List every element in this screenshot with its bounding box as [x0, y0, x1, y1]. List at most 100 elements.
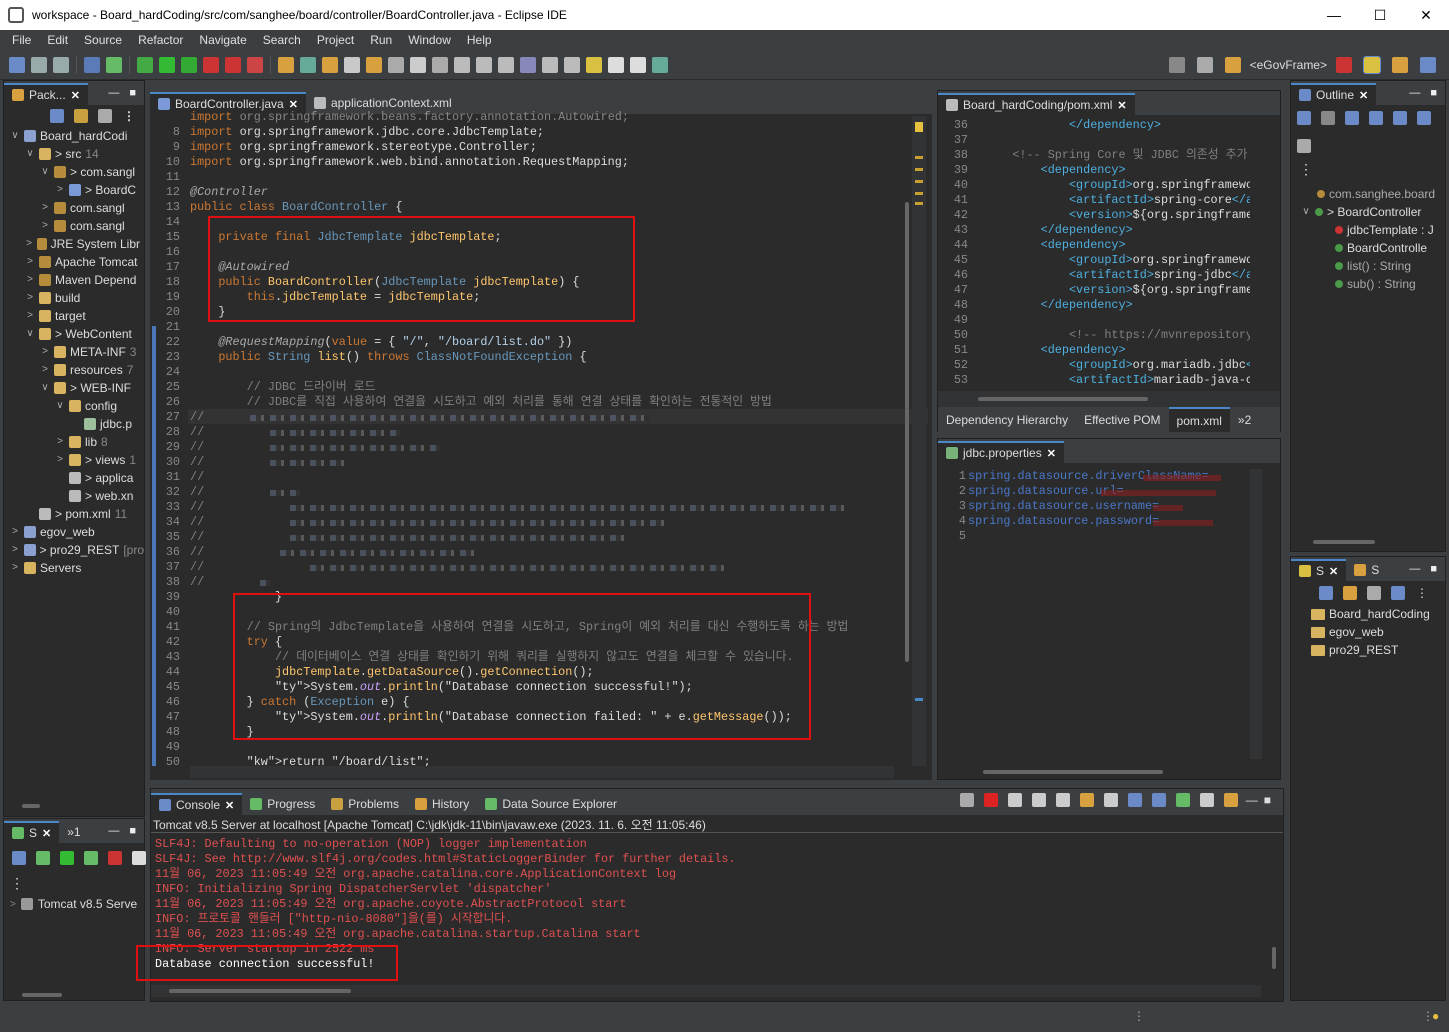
open-perspective-icon[interactable] — [1196, 56, 1213, 73]
hide-local-types-icon[interactable] — [1417, 111, 1431, 125]
expand-icon[interactable]: > — [40, 199, 50, 217]
stop-server-icon[interactable] — [108, 851, 122, 865]
expand-icon[interactable]: > — [10, 541, 20, 559]
terminate-icon[interactable] — [983, 793, 998, 807]
tree-item[interactable]: > resources 7 — [4, 361, 144, 379]
remove-all-icon[interactable] — [1031, 793, 1046, 807]
view-controls[interactable]: — ■ — [1409, 87, 1437, 99]
maximize-icon[interactable]: ■ — [1264, 793, 1271, 807]
git-perspective-icon[interactable] — [1420, 56, 1436, 73]
expand-icon[interactable]: ∨ — [10, 127, 20, 145]
tree-item[interactable]: ∨ > src 14 — [4, 145, 144, 163]
expand-icon[interactable]: ∨ — [40, 379, 50, 397]
console-output[interactable]: SLF4J: Defaulting to no-operation (NOP) … — [155, 837, 736, 957]
properties-hscroll[interactable] — [983, 770, 1163, 774]
expand-icon[interactable]: > — [55, 451, 65, 469]
tree-item[interactable]: ∨ Board_hardCodi — [4, 127, 144, 145]
project-item[interactable]: egov_web — [1311, 623, 1445, 641]
collapse-all-icon[interactable] — [50, 109, 64, 123]
tree-item[interactable]: > com.sangl — [4, 217, 144, 235]
menu-run[interactable]: Run — [362, 33, 400, 47]
remove-launch-icon[interactable] — [1007, 793, 1022, 807]
horizontal-scrollbar[interactable] — [190, 766, 894, 778]
save-icon[interactable] — [31, 56, 47, 73]
scroll-lock-icon[interactable] — [1079, 793, 1094, 807]
outline-item[interactable]: BoardControlle — [1291, 239, 1445, 257]
expand-icon[interactable]: > — [25, 289, 35, 307]
menu-window[interactable]: Window — [400, 33, 459, 47]
pom-tab[interactable]: Effective POM — [1076, 407, 1168, 432]
hide-nonpublic-icon[interactable] — [1393, 111, 1407, 125]
outline-item[interactable]: ∨ > BoardController — [1291, 203, 1445, 221]
collapse-icon[interactable] — [12, 851, 26, 865]
outline-item[interactable]: com.sanghee.board — [1291, 185, 1445, 203]
run-external-icon[interactable] — [203, 56, 219, 73]
forward-icon[interactable] — [630, 56, 646, 73]
tree-item[interactable]: > build — [4, 289, 144, 307]
scrollbar[interactable] — [1313, 540, 1375, 544]
java-ee-perspective-icon[interactable] — [1336, 56, 1352, 73]
collapse-icon[interactable] — [1297, 111, 1311, 125]
properties-vscroll[interactable] — [1250, 469, 1262, 759]
expand-icon[interactable]: > — [55, 433, 65, 451]
outline-item[interactable]: jdbcTemplate : J — [1291, 221, 1445, 239]
tree-item[interactable]: > applica — [4, 469, 144, 487]
tree-item[interactable]: > > pro29_REST [pro — [4, 541, 144, 559]
sort-icon[interactable] — [1321, 111, 1335, 125]
tree-item[interactable]: ∨ config — [4, 397, 144, 415]
menu-project[interactable]: Project — [309, 33, 362, 47]
outline-item[interactable]: sub() : String — [1291, 275, 1445, 293]
open-task-icon[interactable] — [366, 56, 382, 73]
hide-fields-icon[interactable] — [1345, 111, 1359, 125]
last-edit-icon[interactable] — [586, 56, 602, 73]
close-icon[interactable]: ✕ — [71, 89, 80, 102]
expand-icon[interactable]: > — [40, 343, 50, 361]
expand-icon[interactable]: > — [25, 307, 35, 325]
expand-icon[interactable]: > — [55, 181, 65, 199]
debug-icon[interactable] — [137, 56, 153, 73]
editor-scrollbar[interactable] — [905, 202, 909, 662]
new-class-icon[interactable] — [300, 56, 316, 73]
show-stdout-icon[interactable] — [1127, 793, 1142, 807]
view-controls[interactable]: — ■ — [1409, 563, 1437, 575]
close-icon[interactable]: ✕ — [1047, 447, 1056, 460]
console-vscroll[interactable] — [1272, 947, 1276, 969]
scrollbar[interactable] — [22, 993, 62, 997]
pom-hscroll[interactable] — [938, 391, 1280, 407]
collapse-icon[interactable] — [1319, 586, 1333, 600]
tab-package-explorer[interactable]: Pack... ✕ — [4, 83, 88, 105]
menu-navigate[interactable]: Navigate — [191, 33, 254, 47]
next-annotation-icon[interactable] — [542, 56, 558, 73]
tab-servers[interactable]: S ✕ — [4, 821, 60, 843]
filter-icon[interactable] — [1367, 586, 1381, 600]
view-menu-icon[interactable]: ⋮ — [1415, 586, 1429, 600]
new-java-project-icon[interactable] — [278, 56, 294, 73]
tree-item[interactable]: jdbc.p — [4, 415, 144, 433]
profile-server-icon[interactable] — [84, 851, 98, 865]
coverage-icon[interactable] — [181, 56, 197, 73]
display-console-icon[interactable] — [1199, 793, 1214, 807]
expand-icon[interactable]: > — [25, 271, 35, 289]
open-console-icon[interactable] — [1223, 793, 1238, 807]
tab-problems[interactable]: Problems — [323, 793, 407, 815]
tab-console[interactable]: Console ✕ — [151, 793, 243, 815]
view-controls[interactable]: — ■ — [108, 825, 136, 837]
tree-item[interactable]: > lib 8 — [4, 433, 144, 451]
tree-item[interactable]: > JRE System Libr — [4, 235, 144, 253]
menu-search[interactable]: Search — [255, 33, 309, 47]
perspective-egov[interactable]: <eGovFrame> — [1250, 58, 1327, 72]
tab-outline[interactable]: Outline ✕ — [1291, 83, 1377, 105]
filter-icon[interactable] — [1295, 139, 1313, 156]
tab-progress[interactable]: Progress — [242, 793, 323, 815]
tree-item[interactable]: > Servers — [4, 559, 144, 577]
tree-item[interactable]: > com.sangl — [4, 199, 144, 217]
tree-item[interactable]: ∨ > WebContent — [4, 325, 144, 343]
save-all-icon[interactable] — [53, 56, 69, 73]
expand-icon[interactable]: > — [10, 523, 20, 541]
menu-help[interactable]: Help — [459, 33, 500, 47]
minimize-icon[interactable]: — — [1246, 793, 1258, 807]
debug-server-icon[interactable] — [36, 851, 50, 865]
close-icon[interactable]: ✕ — [289, 98, 298, 111]
tab-overflow[interactable]: »1 — [59, 821, 88, 843]
link-icon[interactable] — [1343, 586, 1357, 600]
